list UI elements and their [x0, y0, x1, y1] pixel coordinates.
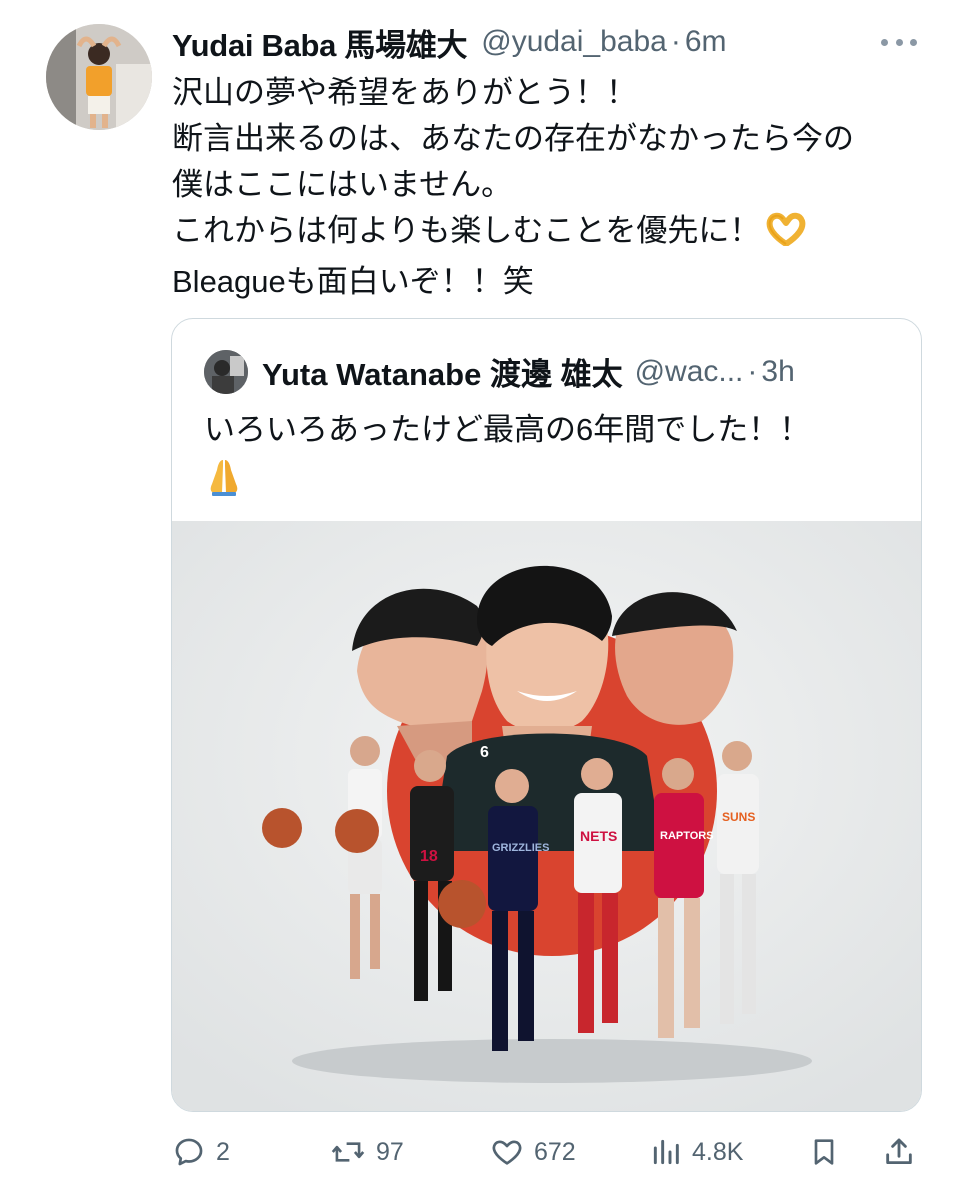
jersey-raptors: RAPTORS	[660, 830, 714, 842]
reply-button[interactable]: 2	[172, 1128, 230, 1176]
separator-dot: ·	[747, 354, 758, 388]
quoted-tweet-header: Yuta Watanabe 渡邊 雄太 @wac... · 3h	[204, 349, 901, 394]
author-name[interactable]: Yudai Baba 馬場雄大	[172, 20, 468, 65]
heart-hands-emoji-icon	[766, 212, 806, 259]
retweet-count: 97	[376, 1137, 404, 1166]
quoted-author-avatar[interactable]	[204, 349, 248, 394]
quoted-tweet[interactable]: Yuta Watanabe 渡邊 雄太 @wac... · 3h いろいろあった…	[171, 318, 922, 1112]
tweet: Yudai Baba 馬場雄大 @yudai_baba · 6m 沢山の夢や希望…	[0, 0, 967, 1200]
quoted-author-name[interactable]: Yuta Watanabe 渡邊 雄太	[262, 349, 623, 394]
share-icon	[882, 1135, 916, 1169]
tweet-text-line: 沢山の夢や希望をありがとう！！	[172, 75, 637, 110]
tweet-header: Yudai Baba 馬場雄大 @yudai_baba · 6m	[172, 20, 927, 65]
author-avatar[interactable]	[46, 24, 152, 130]
tweet-text-line: 断言出来るのは、あなたの存在がなかったら今の	[172, 121, 854, 156]
like-button[interactable]: 672	[490, 1128, 576, 1176]
folded-hands-emoji-icon	[204, 453, 904, 499]
reply-count: 2	[216, 1137, 230, 1166]
author-handle[interactable]: @yudai_baba	[481, 25, 667, 59]
tweet-timestamp[interactable]: 6m	[685, 25, 727, 59]
tweet-action-bar: 2 97 672 4.8K	[172, 1128, 922, 1176]
bookmark-icon	[808, 1135, 840, 1169]
quoted-tweet-text: いろいろあったけど最高の6年間でした！！	[204, 407, 904, 499]
heart-icon	[490, 1135, 524, 1169]
quoted-author-handle[interactable]: @wac...	[635, 355, 744, 389]
bookmark-button[interactable]	[808, 1128, 840, 1176]
views-button[interactable]: 4.8K	[650, 1128, 743, 1176]
svg-text:6: 6	[480, 744, 489, 761]
share-button[interactable]	[882, 1128, 916, 1176]
retweet-icon	[330, 1135, 366, 1169]
separator-dot: ·	[670, 25, 681, 58]
quoted-media-image[interactable]: 6 18 GRIZZLIES NETS RAPTORS SUNS	[172, 521, 921, 1111]
jersey-nets: NETS	[580, 828, 617, 844]
views-chart-icon	[650, 1135, 682, 1169]
quoted-text-line: いろいろあったけど最高の6年間でした！！	[204, 412, 811, 447]
views-count: 4.8K	[692, 1137, 744, 1166]
tweet-text-line: これからは何よりも楽しむことを優先に！	[172, 213, 761, 248]
tweet-text-line: 僕はここにはいません。	[172, 167, 513, 202]
svg-text:18: 18	[420, 848, 438, 865]
tweet-text: 沢山の夢や希望をありがとう！！ 断言出来るのは、あなたの存在がなかったら今の 僕…	[172, 70, 942, 305]
jersey-suns: SUNS	[722, 810, 755, 824]
tweet-text-line-with-emoji: これからは何よりも楽しむことを優先に！	[172, 208, 942, 259]
reply-icon	[172, 1135, 206, 1169]
like-count: 672	[534, 1137, 576, 1166]
retweet-button[interactable]: 97	[330, 1128, 404, 1176]
quoted-timestamp[interactable]: 3h	[761, 355, 794, 389]
tweet-text-line: Bleagueも面白いぞ！！笑	[172, 264, 534, 299]
jersey-grizzlies: GRIZZLIES	[492, 842, 549, 854]
more-options-icon[interactable]	[881, 26, 917, 58]
